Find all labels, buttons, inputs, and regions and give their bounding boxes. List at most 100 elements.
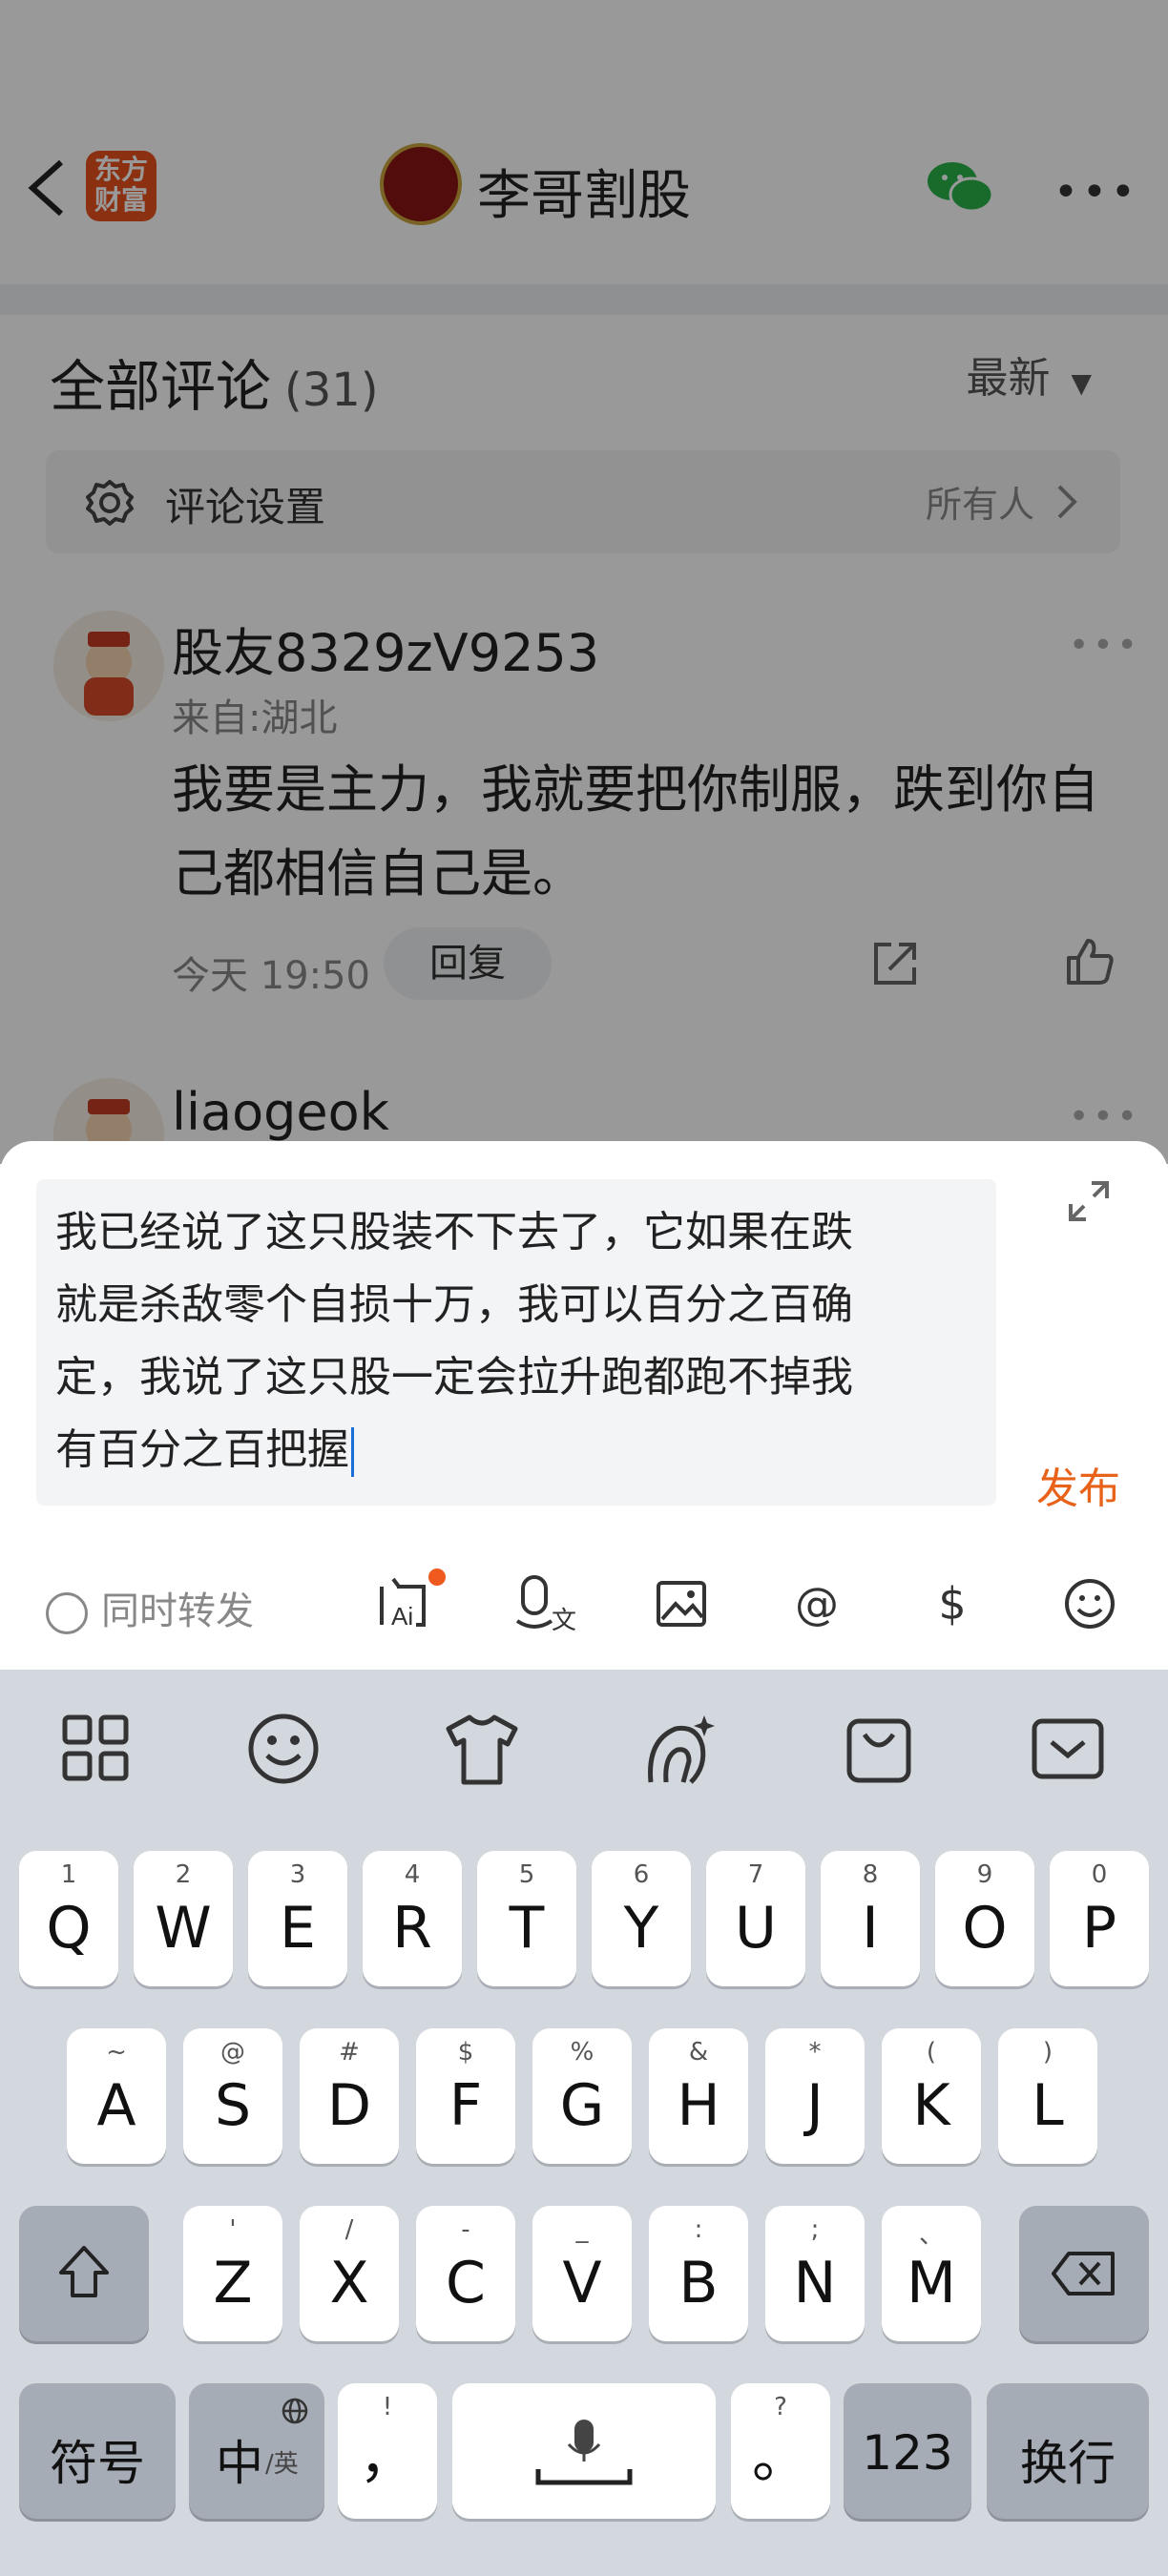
key-d[interactable]: # D: [300, 2028, 399, 2164]
enter-key[interactable]: 换行: [987, 2383, 1149, 2519]
key-label: I: [862, 1895, 879, 1962]
numbers-key[interactable]: 123: [844, 2383, 971, 2519]
publish-button[interactable]: 发布: [1036, 1454, 1120, 1515]
key-label: 符号: [50, 2436, 145, 2491]
key-label: Y: [623, 1895, 659, 1962]
key-label: P: [1081, 1895, 1117, 1962]
key-u[interactable]: 7U: [706, 1851, 805, 1986]
stock-button[interactable]: $: [918, 1566, 987, 1642]
key-w[interactable]: 2W: [134, 1851, 233, 1986]
key-l[interactable]: ) L: [998, 2028, 1097, 2164]
modal-overlay[interactable]: [0, 0, 1168, 1164]
key-label: 中: [216, 2436, 263, 2491]
key-label: J: [806, 2072, 824, 2139]
dollar-icon: $: [938, 1578, 967, 1630]
key-o[interactable]: 9O: [935, 1851, 1034, 1986]
ai-question-icon: Ai: [380, 1568, 446, 1631]
key-label: R: [392, 1895, 432, 1962]
key-c[interactable]: -C: [416, 2206, 515, 2341]
key-v[interactable]: _ V: [532, 2206, 632, 2341]
key-label: T: [509, 1895, 545, 1962]
key-k[interactable]: (K: [882, 2028, 981, 2164]
key-j[interactable]: * J: [765, 2028, 865, 2164]
svg-text:Ai: Ai: [391, 1602, 413, 1631]
key-label: Z: [213, 2250, 253, 2316]
symbols-key[interactable]: 符号: [19, 2383, 176, 2519]
key-hint: &: [688, 2038, 709, 2067]
key-h[interactable]: & H: [649, 2028, 748, 2164]
voice-to-text-button[interactable]: 文: [513, 1566, 582, 1642]
key-hint: ~: [106, 2038, 127, 2067]
grid-icon[interactable]: [55, 1708, 137, 1790]
key-f[interactable]: $ F: [416, 2028, 515, 2164]
key-y[interactable]: 6Y: [592, 1851, 691, 1986]
key-label: 123: [862, 2425, 953, 2481]
comma-key[interactable]: !，: [338, 2383, 437, 2519]
image-button[interactable]: [647, 1566, 716, 1642]
ai-assistant-icon[interactable]: [637, 1708, 720, 1790]
key-z[interactable]: ' Z: [183, 2206, 282, 2341]
key-hint: $: [457, 2038, 474, 2067]
key-hint: 0: [1091, 1860, 1108, 1889]
mention-button[interactable]: @: [782, 1566, 851, 1642]
key-i[interactable]: 8I: [821, 1851, 920, 1986]
key-label: ，: [359, 2424, 416, 2491]
key-hint: 2: [175, 1860, 192, 1889]
space-key[interactable]: [452, 2383, 716, 2519]
shopping-bag-icon[interactable]: [838, 1708, 920, 1790]
key-p[interactable]: 0P: [1050, 1851, 1149, 1986]
key-hint: 4: [404, 1860, 421, 1889]
forward-label: 同时转发: [101, 1589, 254, 1633]
key-r[interactable]: 4R: [363, 1851, 462, 1986]
key-s[interactable]: @ S: [183, 2028, 282, 2164]
key-label: X: [329, 2250, 369, 2316]
key-label: G: [559, 2072, 605, 2139]
language-key[interactable]: 中 /英: [189, 2383, 324, 2519]
key-t[interactable]: 5T: [477, 1851, 576, 1986]
key-b[interactable]: :B: [649, 2206, 748, 2341]
key-label: 换行: [1020, 2436, 1116, 2491]
key-label: C: [446, 2250, 486, 2316]
key-label: F: [448, 2072, 483, 2139]
key-a[interactable]: ~ A: [67, 2028, 166, 2164]
voice-text-icon: 文: [515, 1575, 576, 1634]
keyboard: 1Q 2W 3E 4R 5T 6Y 7U 8I 9O 0P ~ A @ S # D $…: [0, 1670, 1168, 2576]
emoji-icon[interactable]: [242, 1708, 324, 1790]
key-label: V: [562, 2250, 602, 2316]
key-m[interactable]: 、 M: [882, 2206, 981, 2341]
hide-keyboard-icon[interactable]: [1027, 1708, 1109, 1790]
skin-shirt-icon[interactable]: [441, 1708, 523, 1790]
key-label: S: [214, 2072, 252, 2139]
expand-icon[interactable]: [1067, 1179, 1111, 1223]
key-label: Q: [46, 1895, 92, 1962]
key-g[interactable]: % G: [532, 2028, 632, 2164]
key-label: L: [1032, 2072, 1064, 2139]
key-hint: 7: [747, 1860, 764, 1889]
key-q[interactable]: 1Q: [19, 1851, 118, 1986]
key-hint: 8: [862, 1860, 879, 1889]
key-hint: :: [694, 2215, 703, 2244]
key-e[interactable]: 3E: [248, 1851, 347, 1986]
image-icon: [657, 1581, 706, 1627]
input-text-line: 定，我说了这只股一定会拉升跑都跑不掉我: [55, 1353, 853, 1402]
period-key[interactable]: ?。: [731, 2383, 830, 2519]
key-hint: 1: [60, 1860, 77, 1889]
emoji-icon: [1065, 1579, 1115, 1629]
key-hint: 9: [976, 1860, 993, 1889]
emoji-button[interactable]: [1055, 1566, 1124, 1642]
key-n[interactable]: ; N: [765, 2206, 865, 2341]
key-hint: 、: [918, 2221, 944, 2250]
key-x[interactable]: / X: [300, 2206, 399, 2341]
key-hint: _: [575, 2215, 589, 2244]
comment-input[interactable]: 我已经说了这只股装不下去了，它如果在跌 就是杀敌零个自损十万，我可以百分之百确 …: [36, 1179, 996, 1506]
forward-toggle[interactable]: 同时转发: [46, 1580, 254, 1635]
key-hint: (: [926, 2038, 937, 2067]
key-label: N: [793, 2250, 837, 2316]
key-label: U: [735, 1895, 777, 1962]
backspace-key[interactable]: [1019, 2206, 1149, 2341]
ai-ask-button[interactable]: Ai: [378, 1566, 447, 1642]
shift-key[interactable]: [19, 2206, 149, 2341]
key-hint: %: [570, 2038, 594, 2067]
key-hint: @: [220, 2038, 245, 2067]
key-label: E: [280, 1895, 316, 1962]
